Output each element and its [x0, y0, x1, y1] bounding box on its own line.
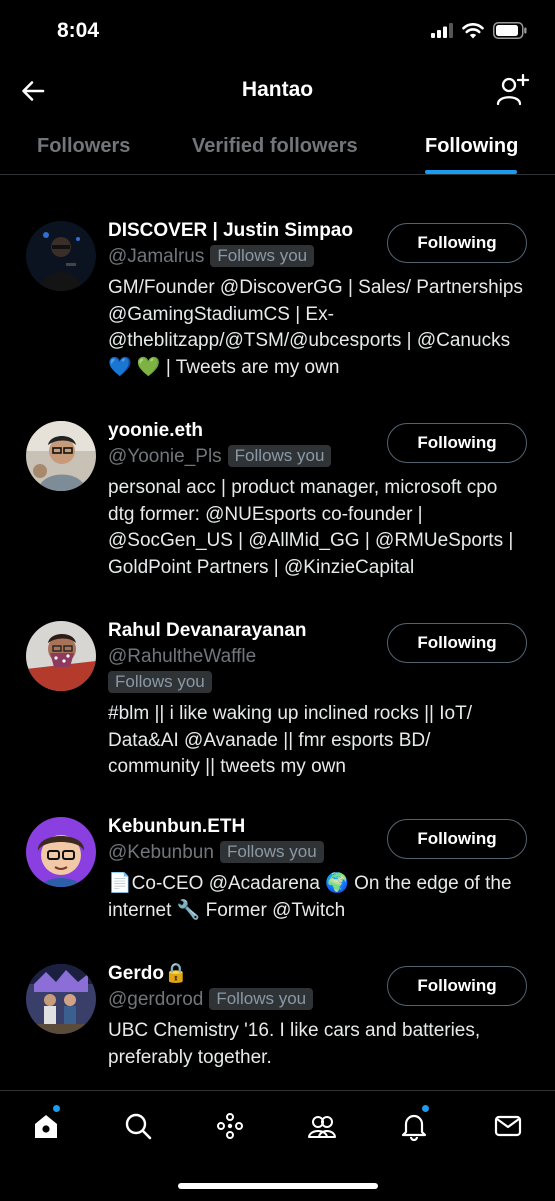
- search-icon[interactable]: [123, 1111, 153, 1141]
- top-header: Hantao: [0, 64, 555, 118]
- status-icons: [431, 22, 527, 39]
- following-button[interactable]: Following: [387, 423, 527, 463]
- avatar[interactable]: [26, 964, 96, 1034]
- list-item[interactable]: Rahul Devanarayanan @RahultheWaffle Foll…: [0, 619, 555, 799]
- page-title: Hantao: [241, 78, 314, 101]
- follows-you-badge: Follows you: [108, 671, 212, 693]
- communities-icon[interactable]: [307, 1111, 337, 1141]
- notifications-dot: [422, 1105, 429, 1112]
- follows-you-badge: Follows you: [227, 445, 332, 467]
- spaces-icon[interactable]: [215, 1111, 245, 1141]
- user-bio: UBC Chemistry '16. I like cars and batte…: [108, 1020, 481, 1068]
- following-button[interactable]: Following: [387, 819, 527, 859]
- follows-you-row: Follows you: [108, 671, 528, 695]
- status-time: 8:04: [57, 19, 100, 42]
- follows-you-badge: Follows you: [219, 841, 324, 863]
- user-bio: personal acc | product manager, microsof…: [108, 477, 514, 578]
- follows-you-badge: Follows you: [210, 245, 315, 267]
- cellular-signal-icon: [431, 23, 453, 38]
- user-handle[interactable]: @Yoonie_Pls: [108, 446, 222, 467]
- user-bio: 📄Co-CEO @Acadarena 🌍 On the edge of the …: [108, 873, 512, 921]
- list-item[interactable]: Gerdo🔒 @gerdorod Follows you UBC Chemistr…: [0, 962, 555, 1090]
- tab-following[interactable]: Following: [425, 135, 518, 158]
- following-button[interactable]: Following: [387, 966, 527, 1006]
- following-list: DISCOVER | Justin Simpao @Jamalrus Follow…: [0, 175, 555, 1090]
- user-handle[interactable]: @Jamalrus: [108, 246, 204, 267]
- list-item[interactable]: Kebunbun.ETH @Kebunbun Follows you 📄Co-CE…: [0, 815, 555, 945]
- status-bar: 8:04: [0, 0, 555, 64]
- follow-tabs: Followers Verified followers Following: [0, 118, 555, 175]
- avatar[interactable]: [26, 421, 96, 491]
- avatar[interactable]: [26, 817, 96, 887]
- home-icon[interactable]: [31, 1111, 61, 1141]
- user-bio: GM/Founder @DiscoverGG | Sales/ Partners…: [108, 277, 523, 378]
- tab-followers[interactable]: Followers: [37, 135, 130, 158]
- follows-you-badge: Follows you: [209, 988, 314, 1010]
- user-handle[interactable]: @gerdorod: [108, 989, 203, 1010]
- add-user-icon[interactable]: [495, 72, 531, 108]
- avatar[interactable]: [26, 221, 96, 291]
- wifi-icon: [462, 22, 484, 38]
- messages-icon[interactable]: [493, 1111, 523, 1141]
- user-handle[interactable]: @Kebunbun: [108, 842, 214, 863]
- battery-icon: [493, 22, 527, 39]
- user-bio: #blm || i like waking up inclined rocks …: [108, 703, 472, 777]
- list-item[interactable]: yoonie.eth @Yoonie_Pls Follows you person…: [0, 419, 555, 599]
- following-button[interactable]: Following: [387, 623, 527, 663]
- avatar[interactable]: [26, 621, 96, 691]
- following-button[interactable]: Following: [387, 223, 527, 263]
- active-tab-indicator: [425, 170, 517, 174]
- home-indicator[interactable]: [178, 1183, 378, 1189]
- notifications-icon[interactable]: [399, 1111, 429, 1141]
- home-notification-dot: [53, 1105, 60, 1112]
- list-item[interactable]: DISCOVER | Justin Simpao @Jamalrus Follow…: [0, 219, 555, 399]
- tab-verified-followers[interactable]: Verified followers: [192, 135, 358, 158]
- user-handle[interactable]: @RahultheWaffle: [108, 646, 256, 667]
